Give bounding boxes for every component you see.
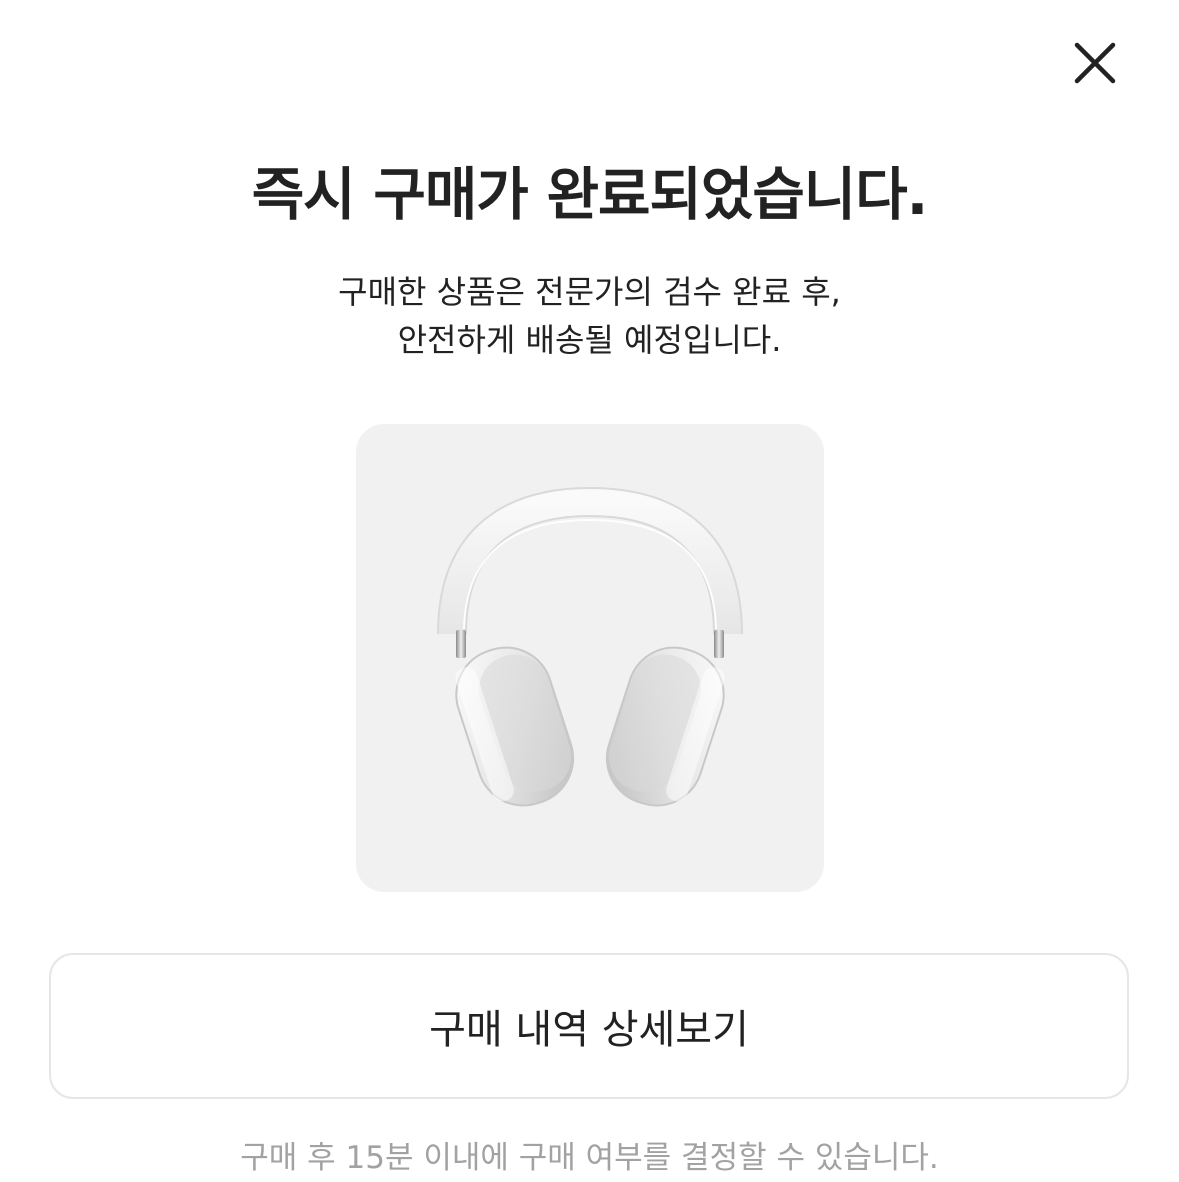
decision-notice: 구매 후 15분 이내에 구매 여부를 결정할 수 있습니다. [240, 1140, 939, 1176]
subtitle-line-2: 안전하게 배송될 예정입니다. [397, 321, 782, 359]
purchase-detail-button[interactable]: 구매 내역 상세보기 [49, 953, 1129, 1099]
subtitle-line-1: 구매한 상품은 전문가의 검수 완료 후, [338, 273, 841, 311]
headphones-image [437, 486, 743, 807]
product-image-card [356, 424, 824, 892]
close-icon [1074, 42, 1116, 84]
close-button[interactable] [1064, 32, 1126, 94]
page-title: 즉시 구매가 완료되었습니다. [251, 162, 929, 228]
page-subtitle: 구매한 상품은 전문가의 검수 완료 후, 안전하게 배송될 예정입니다. [0, 268, 1179, 364]
